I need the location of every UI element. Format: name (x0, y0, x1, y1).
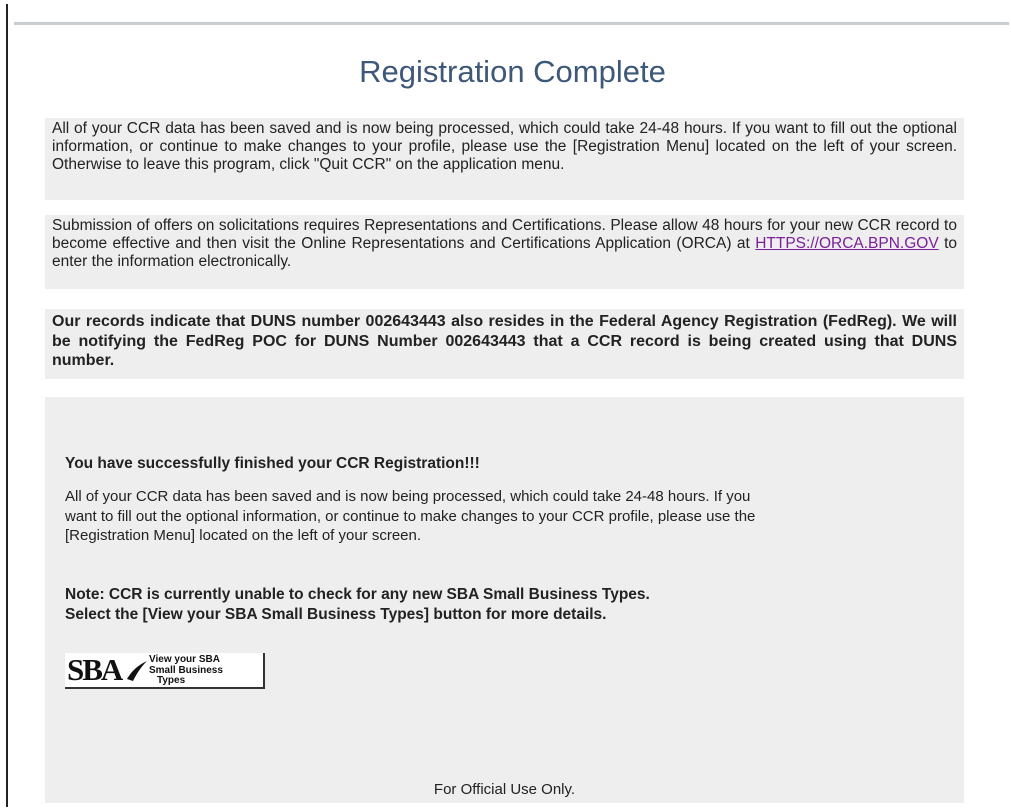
success-body: All of your CCR data has been saved and … (65, 488, 756, 544)
sba-note-line-1: Note: CCR is currently unable to check f… (65, 586, 650, 603)
success-heading: You have successfully finished your CCR … (65, 455, 480, 472)
orca-link[interactable]: HTTPS://ORCA.BPN.GOV (755, 235, 938, 252)
sba-swoosh-icon (127, 661, 147, 681)
sba-note: Note: CCR is currently unable to check f… (65, 585, 650, 625)
notice-representations: Submission of offers on solicitations re… (45, 215, 964, 289)
top-divider (14, 22, 1009, 25)
notice-duns-fedreg: Our records indicate that DUNS number 00… (45, 309, 964, 379)
success-panel: You have successfully finished your CCR … (45, 397, 964, 803)
notice-data-saved: All of your CCR data has been saved and … (45, 118, 964, 200)
sba-caption-line-1: View your SBA (149, 654, 220, 665)
footer-official-use: For Official Use Only. (433, 781, 576, 798)
sba-caption-line-3: Types (157, 675, 186, 686)
sba-logo: SBA (67, 653, 123, 687)
page-title: Registration Complete (359, 54, 666, 89)
sba-button-caption: View your SBA Small Business Types (149, 654, 223, 687)
sba-note-line-2: Select the [View your SBA Small Business… (65, 606, 607, 623)
view-sba-small-business-types-button[interactable]: SBA View your SBA Small Business Types (65, 653, 265, 689)
